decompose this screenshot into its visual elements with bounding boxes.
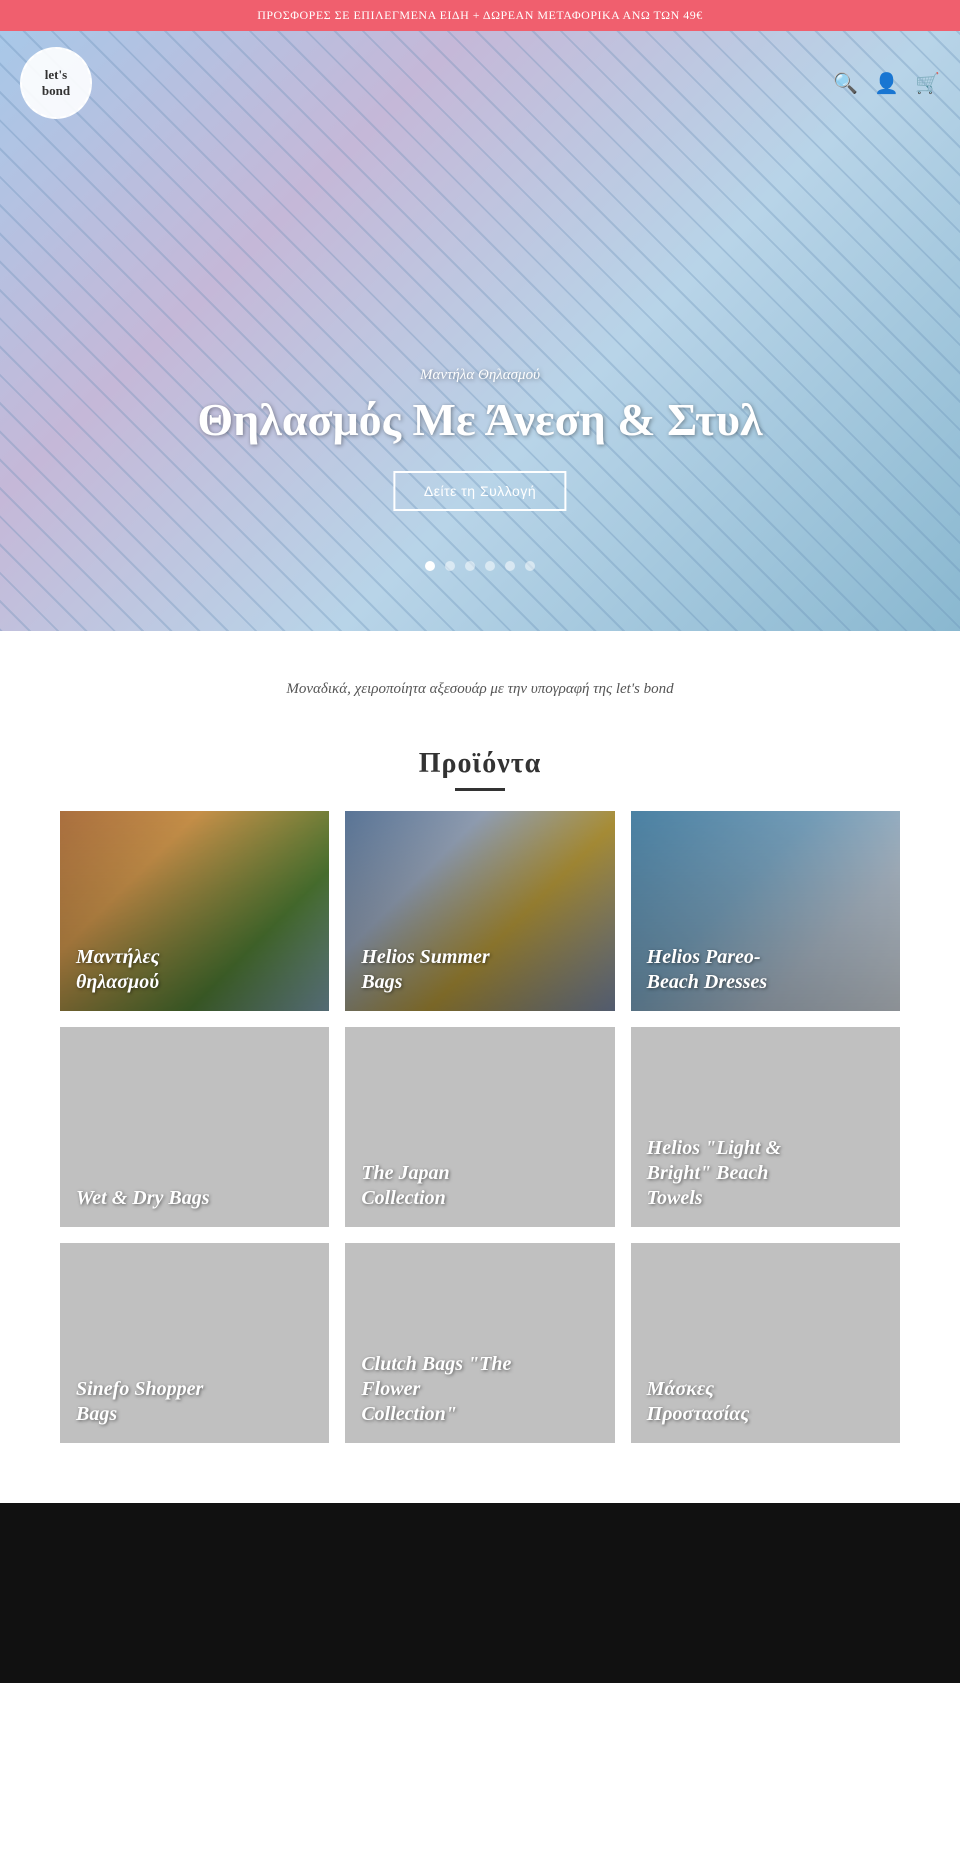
nav-icons: 🔍 👤 🛒 bbox=[833, 71, 940, 96]
product-label-2: Helios SummerBags bbox=[361, 945, 489, 995]
hero-pagination bbox=[425, 561, 535, 571]
section-header: Προϊόντα bbox=[60, 748, 900, 791]
product-card-bg-6: Helios "Light &Bright" BeachTowels bbox=[631, 1027, 900, 1227]
tagline-section: Μοναδικά, χειροποίητα αξεσουάρ με την υπ… bbox=[0, 631, 960, 718]
dot-2[interactable] bbox=[445, 561, 455, 571]
product-card-bg-7: Sinefo ShopperBags bbox=[60, 1243, 329, 1443]
product-card-bg-8: Clutch Bags "TheFlowerCollection" bbox=[345, 1243, 614, 1443]
product-card-4[interactable]: Wet & Dry Bags bbox=[60, 1027, 329, 1227]
dot-6[interactable] bbox=[525, 561, 535, 571]
dot-1[interactable] bbox=[425, 561, 435, 571]
site-header: let'sbond 🔍 👤 🛒 bbox=[0, 47, 960, 119]
product-label-8: Clutch Bags "TheFlowerCollection" bbox=[361, 1352, 511, 1427]
product-label-6: Helios "Light &Bright" BeachTowels bbox=[647, 1136, 781, 1211]
hero-subtitle: Μαντήλα Θηλασμού bbox=[197, 367, 762, 384]
search-icon[interactable]: 🔍 bbox=[833, 71, 858, 96]
hero-content: Μαντήλα Θηλασμού Θηλασμός Με Άνεση & Στυ… bbox=[197, 367, 762, 511]
product-card-9[interactable]: ΜάσκεςΠροστασίας bbox=[631, 1243, 900, 1443]
product-card-bg-3: Helios Pareo-Beach Dresses bbox=[631, 811, 900, 1011]
hero-overlay bbox=[0, 31, 960, 631]
section-underline bbox=[455, 788, 505, 791]
hero-title: Θηλασμός Με Άνεση & Στυλ bbox=[197, 394, 762, 447]
hero-cta-button[interactable]: Δείτε τη Συλλογή bbox=[394, 471, 566, 511]
product-label-9: ΜάσκεςΠροστασίας bbox=[647, 1377, 750, 1427]
product-card-bg-9: ΜάσκεςΠροστασίας bbox=[631, 1243, 900, 1443]
product-label-7: Sinefo ShopperBags bbox=[76, 1377, 203, 1427]
logo-text: let'sbond bbox=[42, 67, 70, 98]
product-card-6[interactable]: Helios "Light &Bright" BeachTowels bbox=[631, 1027, 900, 1227]
product-label-3: Helios Pareo-Beach Dresses bbox=[647, 945, 768, 995]
product-card-bg-2: Helios SummerBags bbox=[345, 811, 614, 1011]
dot-4[interactable] bbox=[485, 561, 495, 571]
site-logo[interactable]: let'sbond bbox=[20, 47, 92, 119]
cart-icon[interactable]: 🛒 bbox=[915, 71, 940, 96]
products-section: Προϊόντα Μαντήλεςθηλασμού Helios SummerB… bbox=[0, 718, 960, 1483]
dot-3[interactable] bbox=[465, 561, 475, 571]
announcement-text: ΠΡΟΣΦΟΡΕΣ ΣΕ ΕΠΙΛΕΓΜΕΝΑ ΕΙΔΗ + ΔΩΡΕΑΝ ΜΕ… bbox=[257, 8, 703, 22]
product-card-1[interactable]: Μαντήλεςθηλασμού bbox=[60, 811, 329, 1011]
product-card-3[interactable]: Helios Pareo-Beach Dresses bbox=[631, 811, 900, 1011]
product-label-1: Μαντήλεςθηλασμού bbox=[76, 945, 160, 995]
product-card-2[interactable]: Helios SummerBags bbox=[345, 811, 614, 1011]
products-grid: Μαντήλεςθηλασμού Helios SummerBags Helio… bbox=[60, 811, 900, 1443]
account-icon[interactable]: 👤 bbox=[874, 71, 899, 96]
tagline-text: Μοναδικά, χειροποίητα αξεσουάρ με την υπ… bbox=[20, 681, 940, 698]
product-card-bg-5: The JapanCollection bbox=[345, 1027, 614, 1227]
product-card-8[interactable]: Clutch Bags "TheFlowerCollection" bbox=[345, 1243, 614, 1443]
dot-5[interactable] bbox=[505, 561, 515, 571]
product-card-bg-4: Wet & Dry Bags bbox=[60, 1027, 329, 1227]
hero-section: let'sbond 🔍 👤 🛒 Μαντήλα Θηλασμού Θηλασμό… bbox=[0, 31, 960, 631]
product-card-bg-1: Μαντήλεςθηλασμού bbox=[60, 811, 329, 1011]
product-label-5: The JapanCollection bbox=[361, 1161, 449, 1211]
hero-background bbox=[0, 31, 960, 631]
section-title: Προϊόντα bbox=[60, 748, 900, 780]
product-card-5[interactable]: The JapanCollection bbox=[345, 1027, 614, 1227]
product-card-7[interactable]: Sinefo ShopperBags bbox=[60, 1243, 329, 1443]
announcement-bar: ΠΡΟΣΦΟΡΕΣ ΣΕ ΕΠΙΛΕΓΜΕΝΑ ΕΙΔΗ + ΔΩΡΕΑΝ ΜΕ… bbox=[0, 0, 960, 31]
black-section bbox=[0, 1503, 960, 1683]
product-label-4: Wet & Dry Bags bbox=[76, 1186, 210, 1211]
